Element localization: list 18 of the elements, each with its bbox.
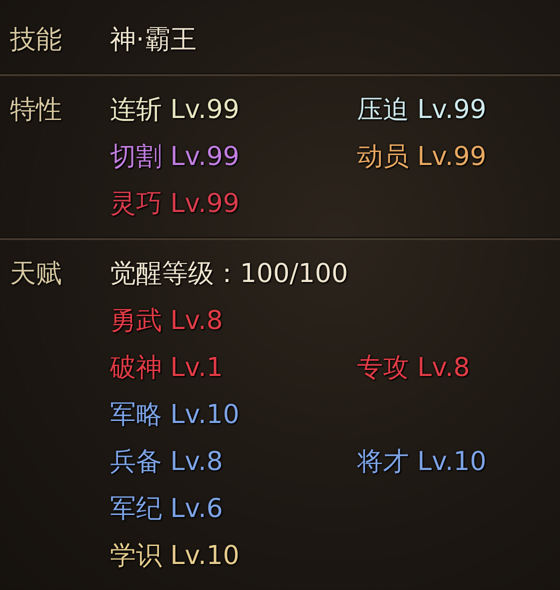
level-entry: 压迫 Lv.99	[357, 94, 488, 126]
awakening-level: 觉醒等级：100/100	[110, 258, 350, 290]
level-entry: 动员 Lv.99	[357, 140, 488, 174]
level-entry: 军略 Lv.10	[110, 398, 240, 432]
level-entry: 切割 Lv.99	[110, 140, 240, 174]
level-entry: 将才 Lv.10	[357, 446, 488, 478]
section-label: 特性	[10, 94, 63, 126]
level-entry: 兵备 Lv.8	[110, 446, 224, 478]
level-entry: 军纪 Lv.6	[110, 492, 224, 526]
level-entry: 破神 Lv.1	[110, 352, 224, 384]
section-label: 天赋	[10, 258, 63, 290]
level-entry: 灵巧 Lv.99	[110, 188, 240, 220]
section-label: 技能	[10, 24, 63, 56]
level-entry: 学识 Lv.10	[110, 540, 240, 572]
skill-name: 神·霸王	[110, 24, 198, 56]
level-entry: 勇武 Lv.8	[110, 304, 224, 338]
level-entry: 连斩 Lv.99	[110, 94, 240, 126]
level-entry: 专攻 Lv.8	[357, 352, 471, 384]
